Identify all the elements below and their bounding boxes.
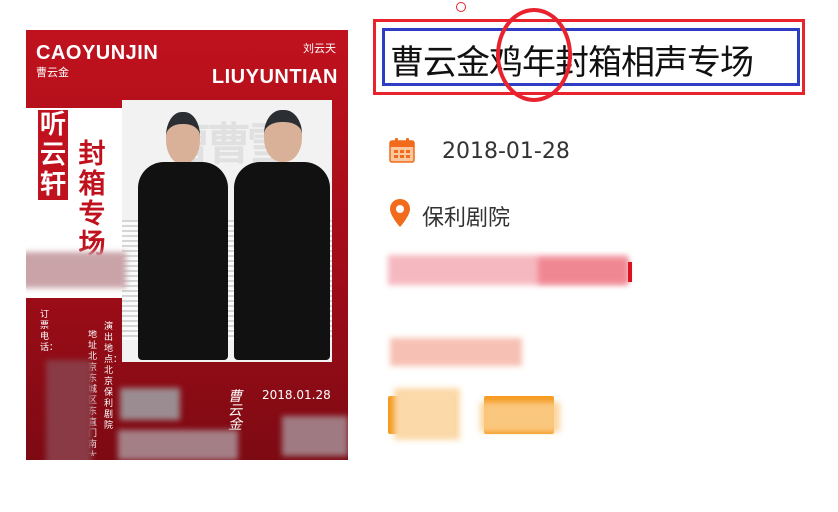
redaction-blur [118,430,238,460]
redaction-blur [480,402,560,432]
event-date: 2018-01-28 [442,139,570,164]
poster-sub-caoyunjin: 曹云金 [36,66,69,79]
poster-sub-liuyuntian: 刘云天 [303,42,336,55]
redaction-blur [120,388,180,420]
redaction-blur [282,416,348,456]
performer-right [234,110,330,360]
performer-left-robe [138,162,228,360]
performer-left [138,112,228,360]
calendar-icon [389,138,415,163]
poster-title-venue: 听云轩 [38,110,68,200]
poster-name-liuyuntian: LIUYUNTIAN [211,66,338,88]
event-venue: 保利剧院 [422,206,511,231]
event-poster: CAOYUNJIN 曹云金 刘云天 LIUYUNTIAN 听云轩 封箱专场 曹曹… [26,30,348,460]
poster-info-phone: 订票电话： [40,310,59,353]
poster-info-venue: 演出地点：北京保利剧院 [104,322,123,431]
performer-right-robe [234,162,330,360]
redaction-blur [394,388,460,440]
location-pin-icon [390,199,410,227]
redaction-blur [46,360,92,460]
poster-title-show: 封箱专场 [78,139,106,260]
poster-seal: 曹云金 [228,389,242,433]
redaction-blur [26,252,126,288]
annotation-circle [496,8,572,102]
redacted-info-row [390,338,522,366]
price-marker [628,262,632,282]
poster-name-caoyunjin: CAOYUNJIN [36,42,159,64]
poster-date: 2018.01.28 [262,388,331,402]
performer-right-head [264,110,302,162]
redacted-price-tag [538,258,628,284]
performer-left-head [166,112,200,164]
annotation-dot [456,2,466,12]
